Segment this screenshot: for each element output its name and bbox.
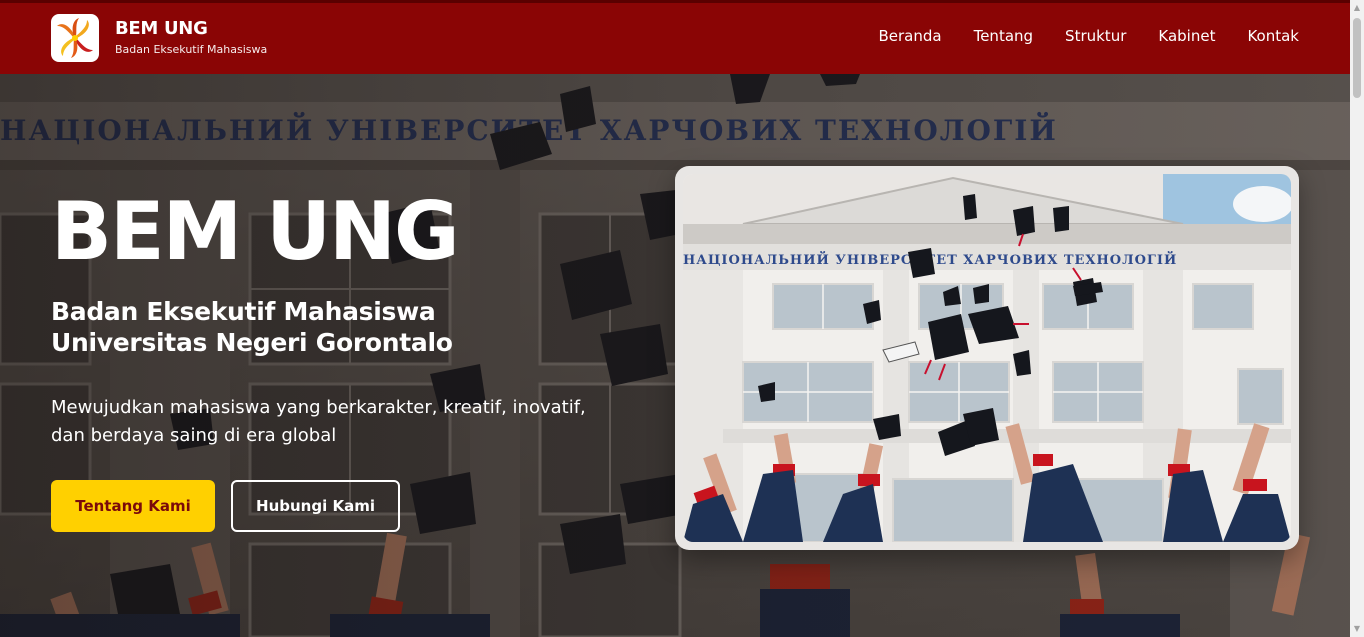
nav-menu: Beranda Tentang Struktur Kabinet Kontak	[878, 25, 1299, 47]
hero-desc-line1: Mewujudkan mahasiswa yang berkarakter, k…	[51, 397, 586, 418]
page: BEM UNG Badan Eksekutif Mahasiswa Berand…	[0, 0, 1364, 637]
hero-title: BEM UNG	[51, 185, 460, 278]
brand-text: BEM UNG Badan Eksekutif Mahasiswa	[115, 18, 267, 58]
nav-item-tentang[interactable]: Tentang	[974, 25, 1033, 47]
feature-image-card: НАЦІОНАЛЬНИЙ УНІВЕРСИТЕТ ХАРЧОВИХ ТЕХНОЛ…	[675, 166, 1299, 550]
scroll-up-arrow-icon[interactable]: ▲	[1353, 4, 1361, 12]
hubungi-kami-button[interactable]: Hubungi Kami	[231, 480, 400, 532]
hero-subtitle: Badan Eksekutif Mahasiswa Universitas Ne…	[51, 296, 453, 358]
hero-subtitle-line1: Badan Eksekutif Mahasiswa	[51, 297, 436, 326]
hero-subtitle-line2: Universitas Negeri Gorontalo	[51, 328, 453, 357]
nav-item-struktur[interactable]: Struktur	[1065, 25, 1126, 47]
tentang-kami-button[interactable]: Tentang Kami	[51, 480, 215, 532]
nav-item-kabinet[interactable]: Kabinet	[1158, 25, 1215, 47]
scroll-down-arrow-icon[interactable]: ▼	[1353, 625, 1361, 633]
navbar: BEM UNG Badan Eksekutif Mahasiswa Berand…	[0, 0, 1350, 74]
brand-title: BEM UNG	[115, 18, 208, 39]
bem-logo-icon	[51, 14, 99, 62]
scrollbar-thumb[interactable]	[1353, 18, 1361, 98]
brand-subtitle: Badan Eksekutif Mahasiswa	[115, 43, 268, 56]
hero-description: Mewujudkan mahasiswa yang berkarakter, k…	[51, 394, 651, 450]
nav-item-beranda[interactable]: Beranda	[878, 25, 941, 47]
hero-desc-line2: dan berdaya saing di era global	[51, 425, 337, 446]
hero-section: НАЦІОНАЛЬНИЙ УНІВЕРСИТЕТ ХАРЧОВИХ ТЕХНОЛ…	[0, 74, 1350, 637]
page-scrollbar[interactable]: ▲ ▼	[1350, 0, 1364, 637]
graduation-photo: НАЦІОНАЛЬНИЙ УНІВЕРСИТЕТ ХАРЧОВИХ ТЕХНОЛ…	[683, 174, 1291, 542]
nav-item-kontak[interactable]: Kontak	[1247, 25, 1299, 47]
brand[interactable]: BEM UNG Badan Eksekutif Mahasiswa	[51, 14, 267, 62]
